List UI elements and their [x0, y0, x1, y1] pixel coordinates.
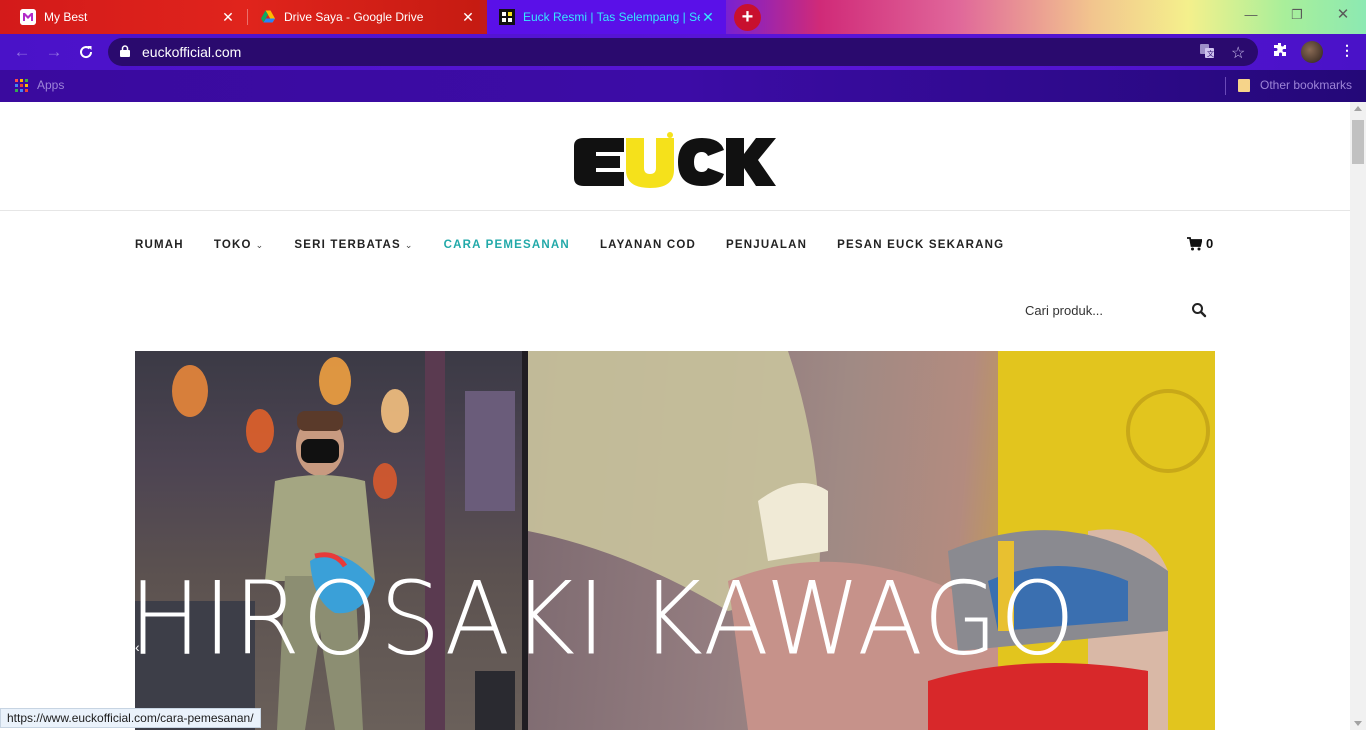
- chevron-left-icon[interactable]: ‹: [135, 639, 145, 655]
- tab-strip: My Best ✕ Drive Saya - Google Drive ✕ Eu…: [0, 0, 1366, 34]
- link-status-bar: https://www.euckofficial.com/cara-pemesa…: [0, 708, 261, 728]
- nav-item-pesan-euck-sekarang[interactable]: PESAN EUCK SEKARANG: [837, 239, 1004, 251]
- product-search: [1025, 298, 1215, 322]
- nav-label: LAYANAN COD: [599, 239, 697, 251]
- new-tab-button[interactable]: +: [734, 4, 761, 31]
- profile-avatar[interactable]: [1301, 41, 1323, 63]
- nav-label: TOKO: [213, 239, 252, 251]
- cart-button[interactable]: 0: [1187, 236, 1213, 251]
- web-page: RUMAH TOKO ⌄ SERI TERBATAS ⌄ CARA PEMESANA…: [0, 102, 1350, 730]
- other-bookmarks[interactable]: Other bookmarks: [1260, 78, 1352, 92]
- reload-button[interactable]: [74, 40, 98, 64]
- close-icon[interactable]: ✕: [460, 9, 476, 26]
- tab-title: Drive Saya - Google Drive: [284, 10, 424, 24]
- gmail-icon: [20, 9, 36, 25]
- nav-item-layanan-cod[interactable]: LAYANAN COD: [600, 239, 696, 251]
- main-navigation: RUMAH TOKO ⌄ SERI TERBATAS ⌄ CARA PEMESANA…: [135, 237, 1034, 253]
- nav-label: PESAN EUCK SEKARANG: [837, 239, 1005, 251]
- nav-label: RUMAH: [135, 239, 184, 251]
- close-icon[interactable]: ✕: [700, 9, 716, 26]
- back-button[interactable]: ←: [10, 40, 34, 64]
- tab-my-best[interactable]: My Best ✕: [0, 0, 246, 34]
- nav-item-seri-terbatas[interactable]: SERI TERBATAS ⌄: [294, 239, 413, 251]
- tab-title: Euck Resmi | Tas Selempang | Sel: [523, 10, 700, 24]
- scroll-thumb[interactable]: [1352, 120, 1364, 164]
- hero-caption: HIROSAKI KAWAGO: [135, 560, 1078, 678]
- restore-icon[interactable]: ❐: [1274, 0, 1320, 30]
- nav-item-penjualan[interactable]: PENJUALAN: [726, 239, 807, 251]
- tab-euck[interactable]: Euck Resmi | Tas Selempang | Sel ✕: [487, 0, 726, 34]
- bookmark-apps[interactable]: Apps: [37, 78, 64, 92]
- hero-slider[interactable]: HIROSAKI KAWAGO ‹: [135, 351, 1215, 730]
- bookmarks-bar: Apps Other bookmarks: [0, 70, 1366, 102]
- minimize-icon[interactable]: —: [1228, 0, 1274, 30]
- extensions-icon[interactable]: [1272, 42, 1288, 61]
- nav-item-toko[interactable]: TOKO ⌄: [214, 239, 265, 251]
- google-drive-icon: [260, 9, 276, 25]
- header-divider: [0, 210, 1350, 211]
- close-window-icon[interactable]: ✕: [1320, 0, 1366, 30]
- forward-button[interactable]: →: [42, 40, 66, 64]
- address-bar[interactable]: euckofficial.com 文 ☆: [108, 38, 1258, 66]
- reload-icon: [80, 46, 93, 59]
- chevron-down-icon: ⌄: [255, 239, 265, 250]
- translate-icon[interactable]: 文: [1199, 43, 1215, 62]
- svg-text:文: 文: [1207, 49, 1214, 58]
- tab-title: My Best: [44, 10, 88, 24]
- lock-icon: [120, 45, 130, 57]
- scroll-up-icon[interactable]: [1354, 106, 1362, 111]
- euck-logo[interactable]: [574, 132, 776, 188]
- folder-icon: [1238, 79, 1250, 92]
- bookmarks-divider: [1225, 77, 1226, 95]
- bookmark-star-icon[interactable]: ☆: [1231, 43, 1245, 63]
- close-icon[interactable]: ✕: [220, 9, 236, 26]
- search-input[interactable]: [1025, 298, 1185, 322]
- kebab-menu-icon[interactable]: ⋮: [1340, 42, 1354, 59]
- search-icon[interactable]: [1191, 302, 1207, 318]
- apps-grid-icon[interactable]: [15, 79, 28, 92]
- shopping-cart-icon: [1187, 236, 1202, 250]
- scroll-down-icon[interactable]: [1354, 721, 1362, 726]
- tab-google-drive[interactable]: Drive Saya - Google Drive ✕: [248, 0, 486, 34]
- nav-label: PENJUALAN: [726, 239, 808, 251]
- euck-favicon-icon: [499, 9, 515, 25]
- nav-label: CARA PEMESANAN: [443, 239, 570, 251]
- cart-count: 0: [1206, 236, 1214, 251]
- page-scrollbar[interactable]: [1350, 102, 1366, 730]
- browser-toolbar: ← → euckofficial.com 文 ☆ ⋮: [0, 34, 1366, 70]
- nav-item-cara-pemesanan[interactable]: CARA PEMESANAN: [444, 239, 570, 251]
- nav-label: SERI TERBATAS: [294, 239, 401, 251]
- url-text: euckofficial.com: [142, 44, 242, 60]
- chevron-down-icon: ⌄: [404, 239, 414, 250]
- nav-item-rumah[interactable]: RUMAH: [135, 239, 184, 251]
